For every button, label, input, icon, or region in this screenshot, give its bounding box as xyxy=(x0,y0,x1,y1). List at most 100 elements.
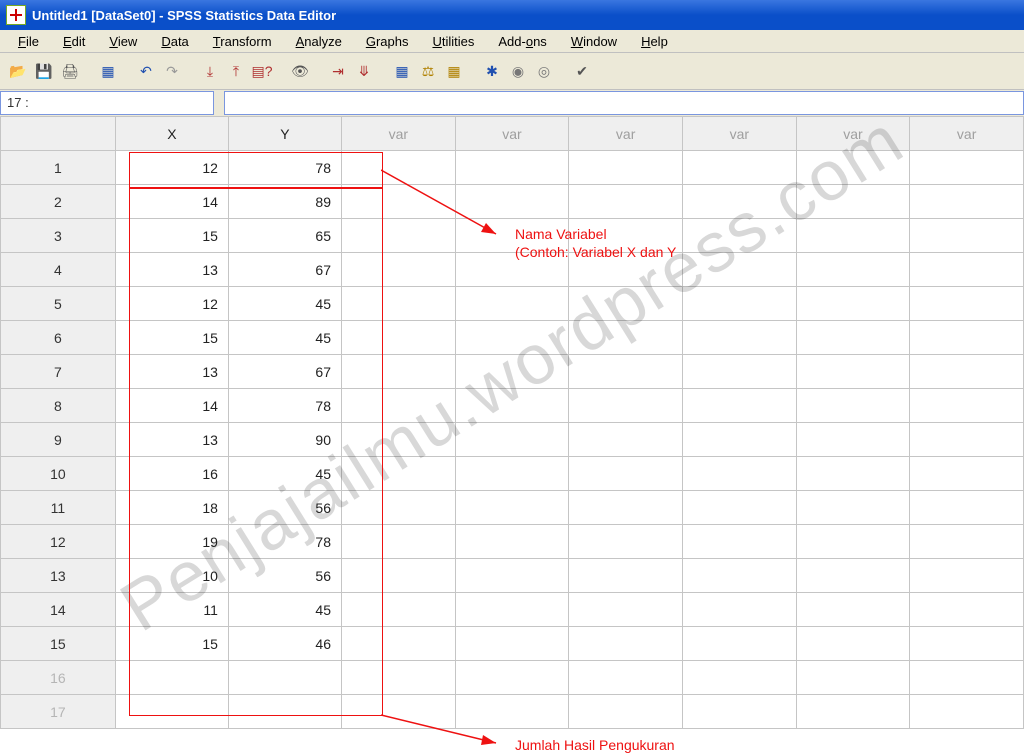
select-cases-icon[interactable]: ▦ xyxy=(442,59,466,83)
cell-indicator[interactable]: 17 : xyxy=(0,91,214,115)
row-header[interactable]: 12 xyxy=(1,525,116,559)
data-cell[interactable]: 14 xyxy=(115,185,228,219)
empty-cell[interactable] xyxy=(569,695,683,729)
column-header-var[interactable]: var xyxy=(910,117,1024,151)
insert-variable-icon[interactable]: ⤋ xyxy=(352,59,376,83)
empty-cell[interactable] xyxy=(796,185,910,219)
empty-cell[interactable] xyxy=(342,151,456,185)
data-cell[interactable]: 15 xyxy=(115,627,228,661)
empty-cell[interactable] xyxy=(569,491,683,525)
row-header[interactable]: 11 xyxy=(1,491,116,525)
empty-cell[interactable] xyxy=(682,219,796,253)
empty-cell[interactable] xyxy=(910,593,1024,627)
dialog-recall-icon[interactable]: ▦ xyxy=(96,59,120,83)
data-cell[interactable]: 15 xyxy=(115,321,228,355)
empty-cell[interactable] xyxy=(342,695,456,729)
empty-cell[interactable] xyxy=(910,355,1024,389)
empty-cell[interactable] xyxy=(342,423,456,457)
row-header[interactable]: 13 xyxy=(1,559,116,593)
empty-cell[interactable] xyxy=(796,559,910,593)
variables-icon[interactable]: ▤? xyxy=(250,59,274,83)
menu-window[interactable]: Window xyxy=(559,32,629,51)
undo-icon[interactable]: ↶ xyxy=(134,59,158,83)
empty-cell[interactable] xyxy=(682,321,796,355)
data-cell[interactable]: 45 xyxy=(228,287,341,321)
cell-entry-field[interactable] xyxy=(224,91,1024,115)
empty-cell[interactable] xyxy=(569,661,683,695)
row-header[interactable]: 8 xyxy=(1,389,116,423)
menu-view[interactable]: View xyxy=(97,32,149,51)
data-cell[interactable]: 78 xyxy=(228,525,341,559)
grid-corner[interactable] xyxy=(1,117,116,151)
column-header-x[interactable]: X xyxy=(115,117,228,151)
column-header-var[interactable]: var xyxy=(796,117,910,151)
empty-cell[interactable] xyxy=(682,559,796,593)
empty-cell[interactable] xyxy=(342,525,456,559)
split-file-icon[interactable]: ▦ xyxy=(390,59,414,83)
data-cell[interactable]: 13 xyxy=(115,423,228,457)
menu-help[interactable]: Help xyxy=(629,32,680,51)
data-cell[interactable]: 45 xyxy=(228,457,341,491)
row-header[interactable]: 2 xyxy=(1,185,116,219)
empty-cell[interactable] xyxy=(342,457,456,491)
empty-cell[interactable] xyxy=(910,151,1024,185)
empty-cell[interactable] xyxy=(796,219,910,253)
empty-cell[interactable] xyxy=(910,321,1024,355)
print-icon[interactable]: 🖨 xyxy=(58,59,82,83)
empty-cell[interactable] xyxy=(910,253,1024,287)
empty-cell[interactable] xyxy=(682,287,796,321)
menu-analyze[interactable]: Analyze xyxy=(284,32,354,51)
column-header-y[interactable]: Y xyxy=(228,117,341,151)
empty-cell[interactable] xyxy=(796,695,910,729)
empty-cell[interactable] xyxy=(455,457,569,491)
empty-cell[interactable] xyxy=(455,559,569,593)
empty-cell[interactable] xyxy=(455,355,569,389)
empty-cell[interactable] xyxy=(569,253,683,287)
find-icon[interactable]: 👁 xyxy=(288,59,312,83)
empty-cell[interactable] xyxy=(796,253,910,287)
empty-cell[interactable] xyxy=(342,559,456,593)
empty-cell[interactable] xyxy=(910,525,1024,559)
empty-cell[interactable] xyxy=(910,287,1024,321)
empty-cell[interactable] xyxy=(342,627,456,661)
empty-cell[interactable] xyxy=(569,219,683,253)
empty-cell[interactable] xyxy=(910,185,1024,219)
empty-cell[interactable] xyxy=(796,321,910,355)
empty-cell[interactable] xyxy=(569,457,683,491)
data-cell[interactable]: 67 xyxy=(228,355,341,389)
empty-cell[interactable] xyxy=(342,321,456,355)
row-header[interactable]: 9 xyxy=(1,423,116,457)
column-header-var[interactable]: var xyxy=(569,117,683,151)
empty-cell[interactable] xyxy=(796,593,910,627)
empty-cell[interactable] xyxy=(455,321,569,355)
empty-cell[interactable] xyxy=(569,287,683,321)
data-cell[interactable]: 11 xyxy=(115,593,228,627)
data-cell[interactable]: 10 xyxy=(115,559,228,593)
row-header[interactable]: 14 xyxy=(1,593,116,627)
menu-utilities[interactable]: Utilities xyxy=(420,32,486,51)
goto-case-icon[interactable]: ⤓ xyxy=(198,59,222,83)
empty-cell[interactable] xyxy=(455,593,569,627)
empty-cell[interactable] xyxy=(796,355,910,389)
empty-cell[interactable] xyxy=(910,457,1024,491)
empty-cell[interactable] xyxy=(682,457,796,491)
empty-cell[interactable] xyxy=(796,457,910,491)
data-cell[interactable]: 56 xyxy=(228,491,341,525)
row-header[interactable]: 5 xyxy=(1,287,116,321)
empty-cell[interactable] xyxy=(682,627,796,661)
empty-cell[interactable] xyxy=(569,321,683,355)
data-cell[interactable]: 65 xyxy=(228,219,341,253)
empty-cell[interactable] xyxy=(682,389,796,423)
empty-cell[interactable] xyxy=(342,389,456,423)
empty-cell[interactable] xyxy=(455,185,569,219)
empty-cell[interactable] xyxy=(342,253,456,287)
data-cell[interactable]: 78 xyxy=(228,151,341,185)
empty-cell[interactable] xyxy=(455,151,569,185)
empty-cell[interactable] xyxy=(569,593,683,627)
empty-cell[interactable] xyxy=(682,151,796,185)
empty-cell[interactable] xyxy=(342,355,456,389)
row-header[interactable]: 4 xyxy=(1,253,116,287)
data-cell[interactable]: 12 xyxy=(115,287,228,321)
empty-cell[interactable] xyxy=(115,661,228,695)
data-cell[interactable]: 12 xyxy=(115,151,228,185)
